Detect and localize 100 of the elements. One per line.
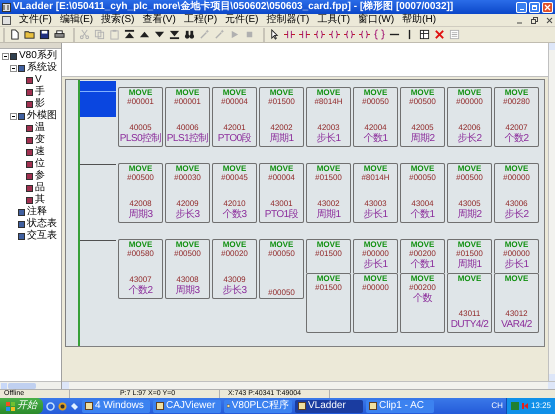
tree-item[interactable]: 其 (35, 194, 45, 206)
function-block[interactable]: MOVE #00050 42004 个数1 (353, 87, 398, 147)
block-title: MOVE (128, 164, 152, 173)
taskbar-button[interactable]: 4 Windows (82, 400, 150, 412)
function-block[interactable]: MOVE 43012 VAR4/2 (494, 273, 539, 333)
child-restore-icon[interactable] (531, 16, 538, 24)
toolbar-button[interactable] (417, 28, 432, 42)
function-block[interactable]: MOVE #00050 #00050 (259, 239, 304, 299)
function-block[interactable]: MOVE #00000 42006 步长2 (447, 87, 492, 147)
function-block[interactable]: MOVE #00020 43009 步长3 (212, 239, 257, 299)
maximize-button[interactable] (529, 2, 540, 12)
function-block[interactable]: MOVE #00280 42007 个数2 (494, 87, 539, 147)
block-value: #00580 (127, 249, 154, 259)
menu-item[interactable]: 工具(T) (317, 14, 350, 26)
toolbar-button[interactable] (372, 28, 387, 42)
block-label: 步长1 (363, 209, 388, 221)
function-block[interactable]: MOVE #8014H 42003 步长1 (306, 87, 351, 147)
function-block[interactable]: MOVE #00000 (353, 273, 398, 333)
tree-item[interactable]: 温 (35, 122, 45, 134)
tree-item[interactable]: 交互表 (27, 230, 57, 242)
menu-item[interactable]: 元件(E) (225, 14, 258, 26)
menu-item[interactable]: 帮助(H) (402, 14, 436, 26)
tree-item[interactable]: 变 (35, 134, 45, 146)
block-address: 42002 (270, 123, 293, 132)
menu-item[interactable]: 工程(P) (184, 14, 218, 26)
horizontal-scrollbar[interactable] (62, 381, 555, 389)
function-block[interactable]: MOVE #00000 43006 步长2 (494, 163, 539, 223)
block-title: MOVE (176, 88, 200, 97)
tree-item[interactable]: 参 (35, 170, 45, 182)
toolbar-button[interactable] (357, 28, 372, 42)
child-close-icon[interactable] (546, 16, 553, 24)
tree-item[interactable]: 影 (35, 98, 45, 110)
tree-item[interactable]: V (35, 74, 42, 86)
expand-toggle[interactable] (10, 64, 17, 72)
function-block[interactable]: MOVE #01500 43002 周期1 (306, 163, 351, 223)
menu-item[interactable]: 文件(F) (19, 14, 52, 26)
taskbar-button[interactable]: CAJViewer (153, 400, 221, 412)
function-block[interactable]: MOVE #00580 43007 个数2 (118, 239, 163, 299)
tree-item[interactable]: 外模图 (27, 110, 57, 122)
function-block[interactable]: MOVE #01500 (306, 273, 351, 333)
tree-item[interactable]: V80系列 (19, 50, 57, 62)
contact-icon (284, 29, 295, 40)
taskbar-button[interactable]: Clip1 - AC (366, 400, 434, 412)
toolbar-button[interactable] (342, 28, 357, 42)
function-block[interactable]: MOVE #00500 43005 周期2 (447, 163, 492, 223)
menu-item[interactable]: 窗口(W) (358, 14, 394, 26)
language-indicator[interactable]: CH (491, 401, 503, 411)
block-title: MOVE (270, 164, 294, 173)
horizontal-scrollbar[interactable] (0, 381, 61, 389)
expand-toggle[interactable] (2, 52, 9, 60)
function-block[interactable]: MOVE #00200 个数 (400, 273, 445, 333)
taskbar-button[interactable]: V80PLC程序 (224, 400, 292, 412)
block-title: MOVE (176, 240, 200, 249)
block-value: #01500 (315, 249, 342, 259)
close-button[interactable] (542, 2, 553, 12)
block-label: 个数3 (222, 209, 247, 221)
function-block[interactable]: MOVE #00050 43004 个数1 (400, 163, 445, 223)
block-label: 步长1 (316, 133, 341, 145)
tree-item[interactable]: 注释 (27, 206, 47, 218)
block-value: #00500 (127, 173, 154, 183)
block-value: #00200 (409, 283, 436, 293)
tree-item[interactable]: 手 (35, 86, 45, 98)
block-title: MOVE (410, 164, 434, 173)
block-title: MOVE (128, 240, 152, 249)
block-title: MOVE (128, 88, 152, 97)
function-block[interactable]: MOVE #00500 42008 周期3 (118, 163, 163, 223)
contact-icon (299, 29, 310, 40)
taskbar-button[interactable]: VLadder (295, 400, 363, 412)
tree-item[interactable]: 品 (35, 182, 45, 194)
tree-item[interactable]: 位 (35, 158, 45, 170)
function-block[interactable]: MOVE #00001 40005 PLS0控制 (118, 87, 163, 147)
toolbar-button[interactable] (37, 28, 52, 42)
block-address: 42005 (411, 123, 434, 132)
block-label: PTO1段 (264, 209, 298, 221)
expand-toggle[interactable] (10, 112, 17, 120)
menu-item[interactable]: 控制器(T) (266, 14, 310, 26)
toolbar-button[interactable] (327, 28, 342, 42)
vertical-scrollbar[interactable] (548, 43, 555, 381)
tree-item[interactable]: 状态表 (27, 218, 57, 230)
function-block[interactable]: MOVE #8014H 43003 步长1 (353, 163, 398, 223)
function-block[interactable]: MOVE #00030 42009 步长3 (165, 163, 210, 223)
function-block[interactable]: MOVE #00500 43008 周期3 (165, 239, 210, 299)
tree-item[interactable]: 系统设 (27, 62, 57, 74)
tree-item[interactable]: 速 (35, 146, 45, 158)
block-address: 42006 (458, 123, 481, 132)
menu-item[interactable]: 搜索(S) (101, 14, 134, 26)
block-title: MOVE (316, 164, 340, 173)
minimize-button[interactable] (516, 2, 527, 12)
function-block[interactable]: MOVE #00001 40006 PLS1控制 (165, 87, 210, 147)
function-block[interactable]: MOVE #00004 43001 PTO1段 (259, 163, 304, 223)
menu-item[interactable]: 查看(V) (142, 14, 176, 26)
block-title: MOVE (410, 240, 434, 249)
function-block[interactable]: MOVE #01500 42002 周期1 (259, 87, 304, 147)
toolbar-button[interactable] (312, 28, 327, 42)
function-block[interactable]: MOVE #00045 42010 个数3 (212, 163, 257, 223)
function-block[interactable]: MOVE 43011 DUTY4/2 (447, 273, 492, 333)
function-block[interactable]: MOVE #00500 42005 周期2 (400, 87, 445, 147)
menu-item[interactable]: 编辑(E) (60, 14, 94, 26)
function-block[interactable]: MOVE #00004 42001 PTO0段 (212, 87, 257, 147)
block-value: #00001 (174, 97, 201, 107)
